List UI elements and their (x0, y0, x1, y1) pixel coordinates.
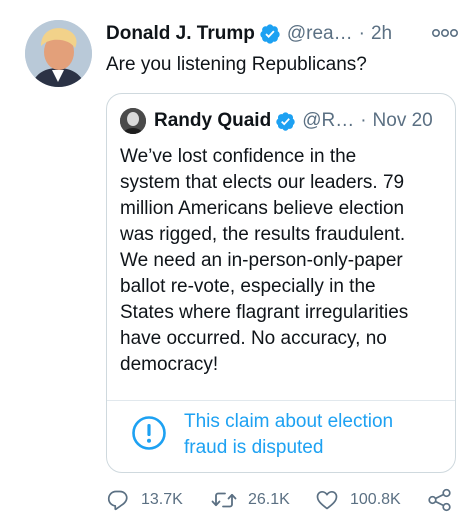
tweet[interactable]: Donald J. Trump @rea… · 2h Are you liste… (0, 0, 474, 520)
quoted-text-line: We’ve lost confidence in the (120, 146, 357, 167)
separator-dot: · (358, 23, 365, 44)
reply-count: 13.7K (141, 491, 183, 508)
author-handle[interactable]: @rea… (287, 23, 353, 45)
reply-button[interactable]: 13.7K (106, 486, 183, 514)
share-icon (428, 488, 451, 512)
quoted-tweet-timestamp[interactable]: Nov 20 (373, 110, 433, 132)
notice-line: This claim about election (184, 411, 394, 432)
quoted-text-line: was rigged, the results fraudulent. (120, 224, 406, 245)
retweet-button[interactable]: 26.1K (211, 486, 290, 514)
quoted-tweet-text: We’ve lost confidence in the system that… (120, 144, 450, 378)
quoted-text-line: have occurred. No accuracy, no (120, 328, 387, 349)
separator-dot: · (360, 110, 367, 131)
author-avatar-image (25, 20, 92, 87)
quoted-text-line: million Americans believe election (120, 198, 405, 219)
notice-line: fraud is disputed (184, 437, 324, 458)
quoted-tweet[interactable]: Randy Quaid @R… · Nov 20 We’ve lost conf… (106, 93, 456, 473)
quoted-text-line: democracy! (120, 354, 219, 375)
more-options-icon[interactable] (431, 26, 459, 40)
quoted-author-name[interactable]: Randy Quaid (154, 110, 271, 132)
exclamation-circle-icon (132, 416, 166, 450)
tweet-text: Are you listening Republicans? (106, 54, 367, 75)
like-button[interactable]: 100.8K (315, 486, 401, 514)
author-avatar[interactable] (25, 20, 92, 87)
disputed-claim-link[interactable]: This claim about election fraud is dispu… (184, 409, 444, 461)
tweet-header: Donald J. Trump @rea… · 2h (106, 21, 392, 47)
quoted-text-line: system that elects our leaders. 79 (120, 172, 405, 193)
share-button[interactable] (427, 486, 453, 514)
verified-badge-icon (276, 111, 295, 131)
tweet-action-bar: 13.7K 26.1K 100.8K (0, 486, 474, 514)
quoted-author-handle[interactable]: @R… (302, 110, 354, 132)
quoted-tweet-header: Randy Quaid @R… · Nov 20 (154, 108, 433, 134)
like-count: 100.8K (350, 491, 401, 508)
retweet-icon (211, 492, 237, 508)
quoted-author-avatar-image (120, 108, 146, 134)
retweet-count: 26.1K (248, 491, 290, 508)
disputed-claim-notice[interactable]: This claim about election fraud is dispu… (107, 401, 455, 472)
quoted-text-line: We need an in-person-only-paper (120, 250, 403, 271)
reply-icon (107, 490, 128, 511)
heart-icon (316, 490, 338, 510)
author-name[interactable]: Donald J. Trump (106, 23, 255, 45)
verified-badge-icon (260, 24, 280, 44)
quoted-text-line: States where flagrant irregularities (120, 302, 409, 323)
quoted-text-line: ballot re-vote, especially in the (120, 276, 376, 297)
tweet-timestamp[interactable]: 2h (371, 23, 392, 45)
quoted-author-avatar[interactable] (120, 108, 146, 134)
